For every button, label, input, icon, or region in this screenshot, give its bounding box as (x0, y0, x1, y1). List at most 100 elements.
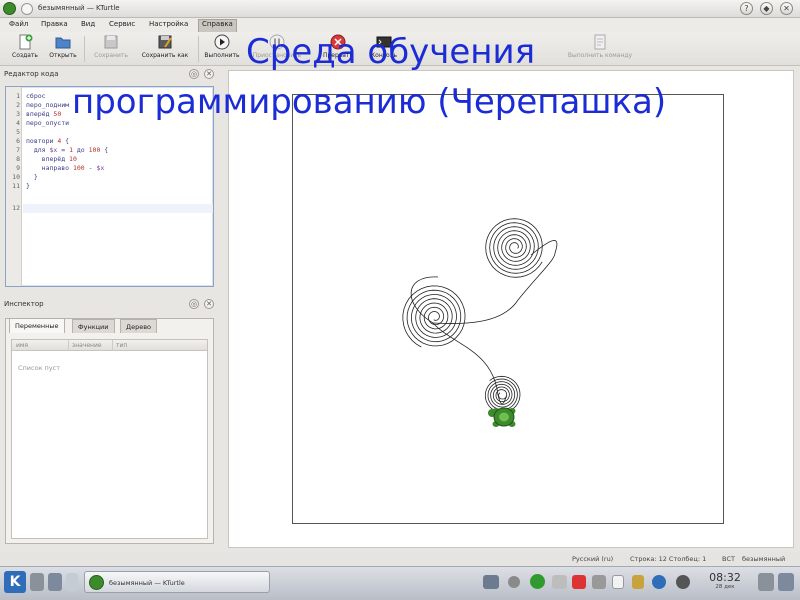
turtle-spiral (484, 375, 521, 413)
menu-tools[interactable]: Сервис (106, 20, 138, 28)
taskbar: K безымянный — KTurtle 08:32 28 дек (0, 566, 800, 600)
menu-edit[interactable]: Правка (38, 20, 71, 28)
code-line: вперёд 50 (26, 110, 62, 118)
open-folder-icon (55, 34, 71, 50)
kturtle-app-icon[interactable] (3, 2, 16, 15)
menu-view[interactable]: Вид (78, 20, 98, 28)
code-line: } (26, 182, 30, 190)
current-line-highlight (23, 204, 213, 213)
tray-extra-icon[interactable] (778, 573, 794, 591)
variables-table[interactable]: имя значение тип Список пуст (11, 339, 208, 539)
status-cursor-position: Строка: 12 Столбец: 1 (630, 555, 707, 563)
clock-time: 08:32 (709, 571, 741, 584)
tab-variables[interactable]: Переменные (9, 318, 65, 333)
turtle-canvas[interactable] (292, 94, 724, 524)
run-button[interactable]: Выполнить (204, 34, 240, 64)
overlay-title-line-2: программированию (Черепашка) (72, 82, 667, 122)
turtle-path (530, 240, 558, 256)
inspector-panel: Переменные Функции Дерево имя значение т… (5, 318, 214, 544)
close-window-button[interactable]: ✕ (780, 2, 793, 15)
code-line: направо 100 - $x (26, 164, 105, 172)
line-number: 11 (12, 182, 20, 190)
menu-file[interactable]: Файл (6, 20, 31, 28)
line-number: 4 (16, 119, 20, 127)
tab-functions[interactable]: Функции (72, 319, 115, 333)
kde-menu-icon[interactable]: K (4, 571, 26, 593)
code-line: вперёд 10 (26, 155, 77, 163)
code-line: перо_опусти (26, 119, 70, 127)
line-number: 1 (16, 92, 20, 100)
editor-panel-header: Редактор кода ◎ ✕ (0, 68, 220, 80)
browser-icon[interactable] (652, 575, 666, 589)
execute-command-button[interactable]: Выполнить команду (560, 34, 640, 64)
line-number: 7 (16, 146, 20, 154)
clipboard-icon[interactable] (612, 575, 624, 589)
volume-icon[interactable] (592, 575, 606, 589)
status-filename: безымянный (742, 555, 786, 563)
turtle-spiral (485, 218, 543, 278)
open-button[interactable]: Открыть (46, 34, 80, 64)
line-number: 8 (16, 155, 20, 163)
code-line: } (26, 173, 38, 181)
inspector-panel-header: Инспектор ◎ ✕ (0, 298, 220, 310)
menu-help[interactable]: Справка (198, 19, 237, 32)
code-line: перо_подним (26, 101, 70, 109)
toolbar-separator (84, 36, 85, 62)
inspector-panel-title: Инспектор (4, 300, 44, 308)
minimize-window-button[interactable]: ◆ (760, 2, 773, 15)
turtle-path (432, 252, 556, 324)
execute-command-icon (592, 34, 608, 50)
keyboard-icon[interactable] (552, 575, 567, 589)
line-number: 12 (12, 204, 20, 212)
save-disk-icon (103, 34, 119, 50)
desktop-icon[interactable] (30, 573, 44, 591)
taskbar-window-button[interactable]: безымянный — KTurtle (84, 571, 270, 593)
pager-icon[interactable] (66, 573, 78, 591)
overlay-title-line-1: Среда обучения (246, 32, 536, 72)
create-button[interactable]: Создать (8, 34, 42, 64)
variables-table-header: имя значение тип (12, 340, 207, 351)
line-number: 9 (16, 164, 20, 172)
kturtle-task-icon (89, 575, 104, 590)
window-menu-button[interactable] (21, 3, 33, 15)
window-title: безымянный — KTurtle (38, 4, 120, 12)
menu-settings[interactable]: Настройка (146, 20, 191, 28)
turtle-spiral (402, 285, 466, 348)
turtle-icon (488, 407, 516, 427)
alert-icon[interactable] (572, 575, 586, 589)
code-line: сброс (26, 92, 46, 100)
new-file-icon (17, 34, 33, 50)
close-panel-icon[interactable]: ✕ (204, 69, 214, 79)
code-line: для $x = 1 до 100 { (26, 146, 109, 154)
empty-list-message: Список пуст (18, 364, 61, 372)
column-type[interactable]: тип (116, 342, 127, 349)
column-divider (112, 340, 113, 351)
code-line: повтори 4 { (26, 137, 70, 145)
clock[interactable]: 08:32 28 дек (705, 571, 745, 590)
menu-bar: Файл Правка Вид Сервис Настройка Справка (0, 18, 800, 32)
taskbar-window-title: безымянный — KTurtle (109, 579, 185, 587)
float-panel-icon[interactable]: ◎ (189, 299, 199, 309)
turtle-drawing (402, 218, 558, 427)
network-icon[interactable] (483, 575, 499, 589)
save-button[interactable]: Сохранить (90, 34, 132, 64)
tab-tree[interactable]: Дерево (120, 319, 158, 333)
editor-panel-title: Редактор кода (4, 70, 59, 78)
status-bar: Русский (ru) Строка: 12 Столбец: 1 ВСТ б… (0, 552, 800, 566)
session-icon[interactable] (676, 575, 690, 589)
power-icon[interactable] (508, 576, 520, 588)
save-as-button[interactable]: Сохранить как (138, 34, 192, 64)
line-number: 2 (16, 101, 20, 109)
file-manager-icon[interactable] (48, 573, 62, 591)
help-window-button[interactable]: ? (740, 2, 753, 15)
status-language: Русский (ru) (572, 555, 614, 563)
info-icon[interactable] (530, 574, 545, 589)
save-as-icon (157, 34, 173, 50)
column-name[interactable]: имя (16, 342, 28, 349)
close-panel-icon[interactable]: ✕ (204, 299, 214, 309)
tray-extra-icon[interactable] (758, 573, 774, 591)
toolbar-separator (198, 36, 199, 62)
float-panel-icon[interactable]: ◎ (189, 69, 199, 79)
notes-icon[interactable] (632, 575, 644, 589)
column-value[interactable]: значение (72, 342, 102, 349)
